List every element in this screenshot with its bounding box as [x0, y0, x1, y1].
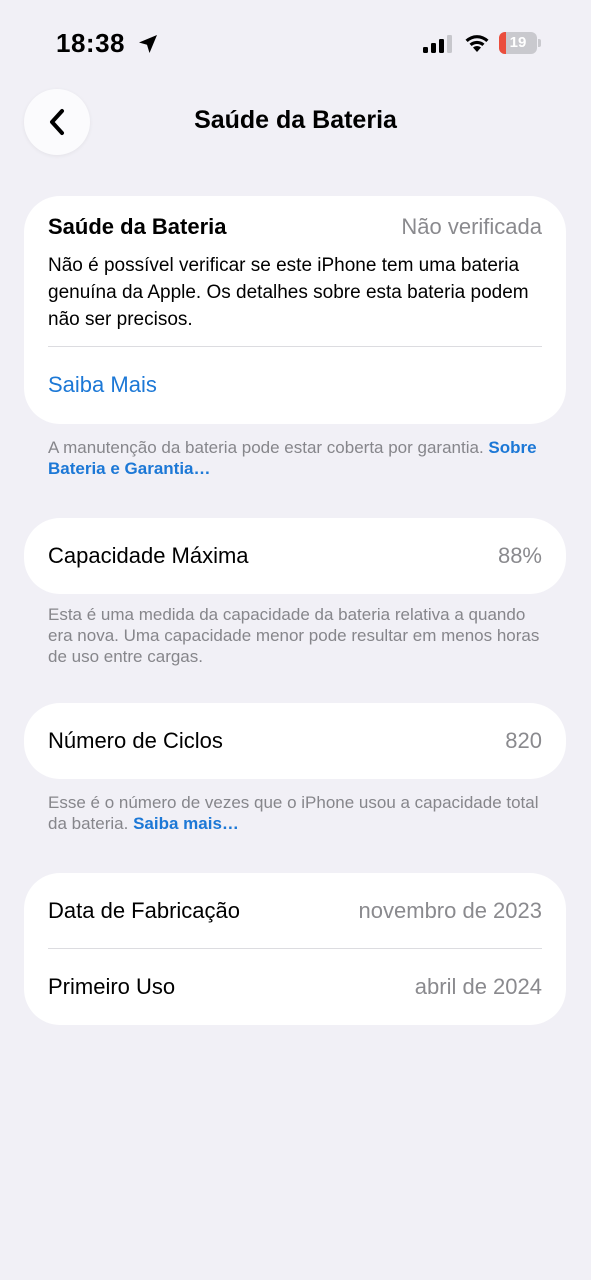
- battery-icon: 19: [499, 32, 541, 54]
- status-time: 18:38: [56, 28, 125, 58]
- divider: [48, 948, 542, 949]
- manufacture-date-row: Data de Fabricação novembro de 2023: [48, 895, 542, 927]
- warranty-footnote: A manutenção da bateria pode estar cober…: [48, 437, 548, 479]
- battery-health-card: Saúde da Bateria Não verificada Não é po…: [24, 196, 566, 424]
- manufacture-date-label: Data de Fabricação: [48, 898, 240, 923]
- max-capacity-label: Capacidade Máxima: [48, 543, 249, 568]
- battery-body: 19: [499, 32, 537, 54]
- capacity-footnote: Esta é uma medida da capacidade da bater…: [48, 605, 540, 666]
- battery-health-row: Saúde da Bateria Não verificada: [48, 212, 542, 242]
- manufacture-date-value: novembro de 2023: [358, 898, 542, 923]
- cycle-count-row: Número de Ciclos 820: [48, 725, 542, 757]
- cycle-count-card: Número de Ciclos 820: [24, 703, 566, 779]
- battery-health-value: Não verificada: [401, 214, 542, 239]
- status-bar: 18:38 19: [0, 0, 591, 86]
- page-title: Saúde da Bateria: [194, 106, 397, 134]
- first-use-label: Primeiro Uso: [48, 974, 176, 999]
- dates-card: Data de Fabricação novembro de 2023 Prim…: [24, 873, 566, 1025]
- battery-level: 19: [509, 34, 527, 51]
- learn-more-link[interactable]: Saiba Mais: [48, 369, 542, 401]
- warranty-footnote-text: A manutenção da bateria pode estar cober…: [48, 438, 484, 457]
- first-use-row: Primeiro Uso abril de 2024: [48, 971, 542, 1003]
- cycle-count-footnote-text: Esse é o número de vezes que o iPhone us…: [48, 793, 539, 833]
- cycle-count-learn-more-link[interactable]: Saiba mais…: [133, 814, 239, 833]
- max-capacity-value: 88%: [497, 543, 542, 568]
- cycle-count-footnote: Esse é o número de vezes que o iPhone us…: [48, 792, 548, 834]
- battery-tip: [538, 39, 541, 47]
- cellular-signal-icon: [423, 35, 452, 53]
- max-capacity-card: Capacidade Máxima 88%: [24, 518, 566, 594]
- location-arrow-icon: [139, 35, 157, 53]
- first-use-value: abril de 2024: [414, 974, 542, 999]
- wifi-icon: [465, 35, 489, 52]
- cycle-count-label: Número de Ciclos: [48, 728, 223, 753]
- divider: [48, 346, 542, 347]
- battery-health-description: Não é possível verificar se este iPhone …: [48, 255, 529, 330]
- cycle-count-value: 820: [505, 728, 542, 753]
- battery-health-label: Saúde da Bateria: [48, 214, 227, 239]
- max-capacity-row: Capacidade Máxima 88%: [48, 540, 542, 572]
